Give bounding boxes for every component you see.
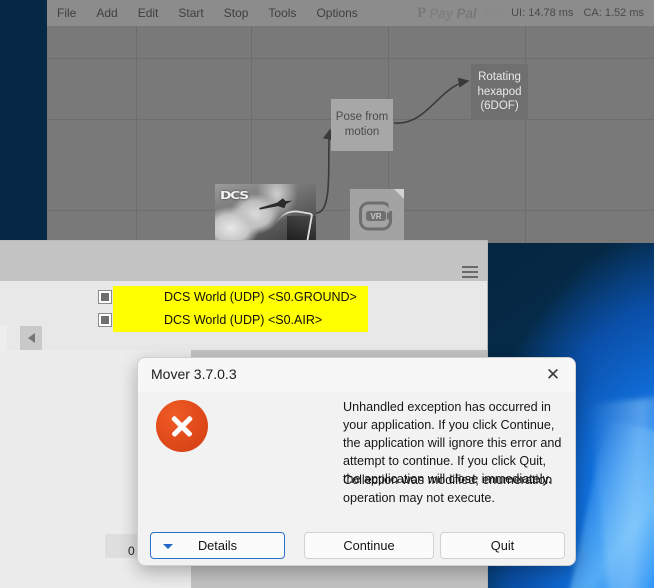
chevron-left-icon: [27, 333, 35, 343]
menu-item-start[interactable]: Start: [168, 0, 213, 26]
checkbox-indeterminate-mark: [101, 293, 109, 301]
node-hexapod-label: Rotating hexapod (6DOF): [477, 70, 521, 114]
menu-item-tools[interactable]: Tools: [258, 0, 306, 26]
peek-result-value: 0: [128, 544, 135, 558]
details-button-label: Details: [197, 538, 238, 553]
hexapod-line-2: hexapod: [477, 85, 522, 98]
hamburger-bar: [462, 266, 478, 268]
list-row[interactable]: DCS World (UDP) <S0.AIR>: [98, 309, 487, 332]
node-pose-from-motion[interactable]: Pose from motion: [331, 99, 393, 151]
continue-button[interactable]: Continue: [304, 532, 434, 559]
row-label: DCS World (UDP) <S0.GROUND>: [164, 290, 357, 304]
chevron-down-icon: [163, 544, 173, 549]
menu-bar: File Add Edit Start Stop Tools Options P…: [47, 0, 654, 26]
dialog-message-secondary: Collection was modified; enumeration ope…: [343, 473, 553, 505]
node-rotating-hexapod[interactable]: Rotating hexapod (6DOF): [471, 64, 528, 120]
hamburger-bar: [462, 276, 478, 278]
menu-item-file[interactable]: File: [47, 0, 86, 26]
menu-item-add[interactable]: Add: [86, 0, 127, 26]
row-label: DCS World (UDP) <S0.AIR>: [164, 313, 323, 327]
list-window-titlebar[interactable]: [0, 241, 487, 260]
node-dcs-source[interactable]: DCS: [215, 184, 316, 241]
collapse-sidebar-button[interactable]: [20, 326, 42, 350]
dialog-title: Mover 3.7.0.3: [151, 366, 237, 382]
menu-item-stop[interactable]: Stop: [214, 0, 259, 26]
node-pose-label: Pose from motion: [335, 111, 389, 138]
ui-timing-stat: UI: 14.78 ms: [511, 7, 574, 19]
list-window-toolbar: [0, 260, 487, 281]
hexapod-line-1: Rotating: [478, 70, 521, 83]
close-icon[interactable]: ✕: [531, 358, 575, 392]
unhandled-exception-dialog: Mover 3.7.0.3 ✕ Unhandled exception has …: [137, 357, 576, 566]
error-icon: [156, 400, 208, 452]
quit-button-label: Quit: [490, 538, 515, 553]
list-left-strip: [0, 281, 20, 326]
hamburger-bar: [462, 271, 478, 273]
svg-text:VR: VR: [370, 212, 381, 221]
paypal-pal-text: Pal: [456, 5, 477, 21]
hexapod-line-3: (6DOF): [480, 100, 519, 113]
paypal-me-logo[interactable]: P Pay Pal .Me: [417, 4, 503, 21]
row-checkbox[interactable]: [98, 313, 112, 327]
dcs-logo-text: DCS: [220, 189, 249, 202]
menu-item-options[interactable]: Options: [306, 0, 367, 26]
vr-headset-icon: VR: [359, 201, 393, 231]
row-checkbox[interactable]: [98, 290, 112, 304]
mover-main-window: File Add Edit Start Stop Tools Options P…: [47, 0, 654, 243]
node-graph-canvas[interactable]: DCS VR Pose from motion Rotating hexapod…: [47, 26, 654, 243]
hamburger-menu-icon[interactable]: [462, 266, 478, 278]
list-row[interactable]: DCS World (UDP) <S0.GROUND>: [98, 286, 487, 309]
checkbox-indeterminate-mark: [101, 316, 109, 324]
details-button[interactable]: Details: [150, 532, 285, 559]
quit-button[interactable]: Quit: [440, 532, 565, 559]
left-navy-band: [0, 0, 47, 243]
paypal-pay-text: Pay: [429, 5, 454, 21]
error-x-glyph: [169, 413, 195, 439]
dialog-titlebar[interactable]: Mover 3.7.0.3 ✕: [138, 358, 575, 392]
ca-timing-stat: CA: 1.52 ms: [583, 7, 644, 19]
menu-item-edit[interactable]: Edit: [128, 0, 169, 26]
paypal-mark-icon: P: [417, 4, 427, 21]
paypal-me-text: .Me: [479, 5, 503, 21]
node-vr-output[interactable]: VR: [350, 189, 404, 243]
continue-button-label: Continue: [343, 538, 395, 553]
